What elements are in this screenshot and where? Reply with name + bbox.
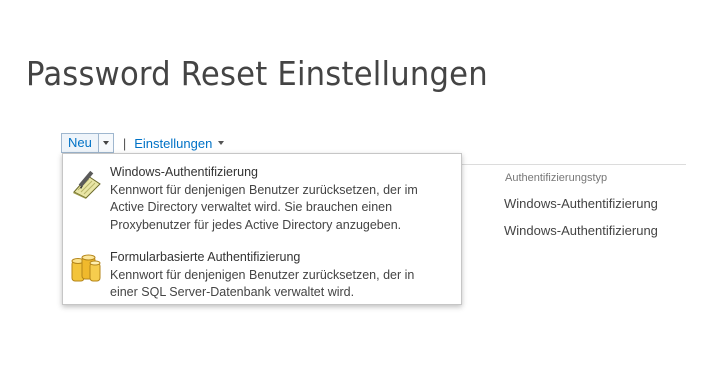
column-header-auth-type[interactable]: Authentifizierungstyp — [505, 172, 607, 184]
table-row[interactable]: Windows-Authentifizierung — [504, 196, 658, 211]
new-dropdown-menu: Windows-Authentifizierung Kennwort für d… — [62, 153, 462, 305]
new-split-button[interactable]: Neu — [61, 133, 114, 153]
menu-item-windows-auth[interactable]: Windows-Authentifizierung Kennwort für d… — [63, 164, 461, 234]
page-title: Password Reset Einstellungen — [26, 54, 488, 93]
chevron-down-icon — [102, 141, 109, 145]
database-icon — [70, 253, 102, 285]
settings-label: Einstellungen — [134, 135, 213, 151]
menu-item-forms-auth[interactable]: Formularbasierte Authentifizierung Kennw… — [63, 249, 461, 301]
menu-item-description-line: Kennwort für denjenigen Benutzer zurücks… — [110, 182, 418, 197]
settings-menu-button[interactable]: Einstellungen — [134, 135, 225, 151]
menu-item-title: Formularbasierte Authentifizierung — [110, 250, 301, 264]
list-header-divider — [462, 164, 686, 165]
notebook-pen-icon — [70, 168, 102, 200]
new-button[interactable]: Neu — [62, 134, 98, 152]
toolbar-separator: | — [122, 135, 127, 151]
new-dropdown-toggle[interactable] — [97, 134, 113, 152]
menu-item-description-line: Proxybenutzer für jedes Active Directory… — [110, 217, 402, 232]
menu-item-description-line: einer SQL Server-Datenbank verwaltet wir… — [110, 285, 355, 299]
chevron-down-icon — [218, 141, 225, 145]
toolbar: Neu | Einstellungen — [61, 132, 225, 154]
menu-item-description-line: Active Directory verwaltet wird. Sie bra… — [110, 200, 393, 214]
menu-item-description-line: Kennwort für denjenigen Benutzer zurücks… — [110, 267, 415, 282]
menu-item-title: Windows-Authentifizierung — [110, 165, 258, 179]
table-row[interactable]: Windows-Authentifizierung — [504, 223, 658, 238]
